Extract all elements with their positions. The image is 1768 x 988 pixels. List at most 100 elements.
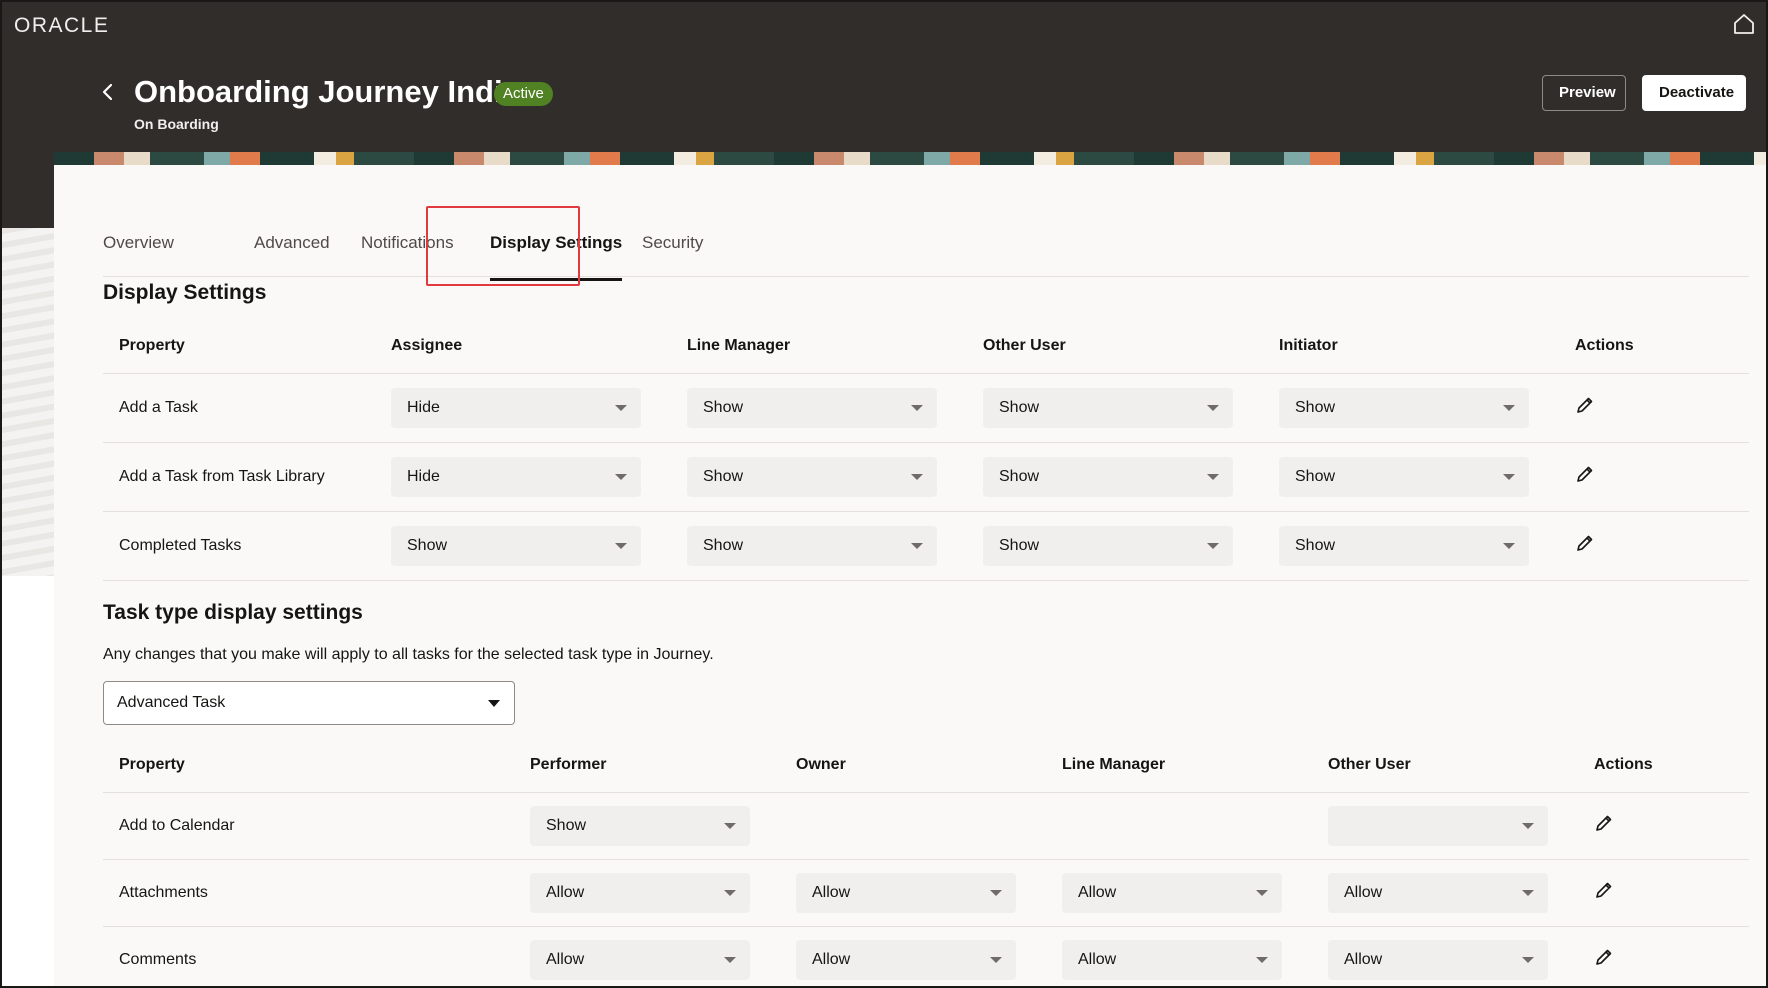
property-cell: Add a Task <box>103 373 375 443</box>
line-manager-cell: Allow <box>1046 859 1312 927</box>
initiator-cell: Show <box>1263 511 1559 581</box>
other-user-select[interactable]: Show <box>983 456 1233 497</box>
deactivate-button[interactable]: Deactivate <box>1642 75 1746 111</box>
other-user-select[interactable] <box>1328 805 1548 846</box>
line-manager-select[interactable]: Show <box>687 525 937 566</box>
select-value: Show <box>1295 536 1336 554</box>
actions-cell <box>1578 926 1749 988</box>
assignee-cell: Show <box>375 511 671 581</box>
chevron-down-icon <box>724 956 736 963</box>
edit-icon[interactable] <box>1575 395 1595 415</box>
chevron-down-icon <box>488 700 500 707</box>
chevron-down-icon <box>615 473 627 480</box>
edit-icon[interactable] <box>1594 880 1614 900</box>
actions-cell <box>1559 442 1749 512</box>
chevron-down-icon <box>724 822 736 829</box>
select-value: Allow <box>1078 950 1117 968</box>
assignee-select[interactable]: Hide <box>391 456 641 497</box>
assignee-select[interactable]: Show <box>391 525 641 566</box>
line-manager-cell: Allow <box>1046 926 1312 988</box>
performer-select[interactable]: Allow <box>530 939 750 980</box>
chevron-down-icon <box>990 956 1002 963</box>
column-header: Line Manager <box>1046 738 1312 793</box>
background-pattern <box>2 228 54 576</box>
other-user-select[interactable]: Allow <box>1328 939 1548 980</box>
table-row: Completed Tasks Show Show Show Show <box>103 511 1749 581</box>
home-icon[interactable] <box>1732 12 1756 36</box>
select-value: Show <box>703 536 744 554</box>
actions-cell <box>1559 373 1749 443</box>
table-header-row: Property Performer Owner Line Manager Ot… <box>103 738 1749 793</box>
task-type-select[interactable]: Advanced Task <box>103 681 515 725</box>
select-value: Show <box>999 398 1040 416</box>
tab-label: Notifications <box>361 233 454 252</box>
chevron-down-icon <box>911 404 923 411</box>
tab-label: Overview <box>103 233 174 252</box>
chevron-down-icon <box>615 404 627 411</box>
select-value: Allow <box>546 883 585 901</box>
line-manager-cell <box>1046 792 1312 860</box>
column-header: Other User <box>1312 738 1578 793</box>
chevron-down-icon <box>1207 404 1219 411</box>
tab-notifications[interactable]: Notifications <box>361 223 454 277</box>
initiator-select[interactable]: Show <box>1279 525 1529 566</box>
property-cell: Add to Calendar <box>103 792 514 860</box>
performer-select[interactable]: Show <box>530 805 750 846</box>
select-value: Show <box>999 536 1040 554</box>
performer-select[interactable]: Allow <box>530 872 750 913</box>
select-value: Allow <box>812 950 851 968</box>
select-value: Show <box>703 398 744 416</box>
tab-label: Advanced <box>254 233 330 252</box>
tab-security[interactable]: Security <box>642 223 703 277</box>
select-value: Show <box>1295 398 1336 416</box>
edit-icon[interactable] <box>1594 813 1614 833</box>
edit-icon[interactable] <box>1575 464 1595 484</box>
other-user-cell: Show <box>967 442 1263 512</box>
tab-display-settings[interactable]: Display Settings <box>490 223 623 281</box>
preview-button[interactable]: Preview <box>1542 75 1626 111</box>
other-user-cell <box>1312 792 1578 860</box>
chevron-down-icon <box>911 542 923 549</box>
tab-bar: Overview Advanced Notifications Display … <box>103 223 1749 281</box>
tab-overview[interactable]: Overview <box>103 223 174 277</box>
line-manager-select[interactable]: Allow <box>1062 872 1282 913</box>
owner-select[interactable]: Allow <box>796 872 1016 913</box>
edit-icon[interactable] <box>1575 533 1595 553</box>
select-value: Allow <box>1344 950 1383 968</box>
chevron-down-icon <box>1207 473 1219 480</box>
table-row: Comments Allow Allow Allow Allow <box>103 926 1749 988</box>
select-value: Allow <box>1078 883 1117 901</box>
tab-label: Display Settings <box>490 233 623 252</box>
initiator-select[interactable]: Show <box>1279 387 1529 428</box>
column-header: Actions <box>1578 738 1749 793</box>
task-type-title: Task type display settings <box>103 601 363 624</box>
display-settings-table: Property Assignee Line Manager Other Use… <box>103 319 1749 581</box>
assignee-select[interactable]: Hide <box>391 387 641 428</box>
other-user-cell: Allow <box>1312 859 1578 927</box>
oracle-logo[interactable]: ORACLE <box>14 14 109 38</box>
column-header: Performer <box>514 738 780 793</box>
owner-select[interactable]: Allow <box>796 939 1016 980</box>
column-header: Property <box>103 319 375 374</box>
select-value: Allow <box>812 883 851 901</box>
page-title: Onboarding Journey India <box>134 74 520 109</box>
tab-label: Security <box>642 233 704 252</box>
tab-advanced[interactable]: Advanced <box>254 223 330 277</box>
select-value: Hide <box>407 398 440 416</box>
line-manager-select[interactable]: Allow <box>1062 939 1282 980</box>
actions-cell <box>1559 511 1749 581</box>
column-header: Actions <box>1559 319 1749 374</box>
property-cell: Add a Task from Task Library <box>103 442 375 512</box>
line-manager-select[interactable]: Show <box>687 456 937 497</box>
back-icon[interactable] <box>98 80 118 104</box>
property-cell: Comments <box>103 926 514 988</box>
edit-icon[interactable] <box>1594 947 1614 967</box>
other-user-cell: Show <box>967 373 1263 443</box>
line-manager-select[interactable]: Show <box>687 387 937 428</box>
assignee-cell: Hide <box>375 373 671 443</box>
initiator-select[interactable]: Show <box>1279 456 1529 497</box>
other-user-select[interactable]: Show <box>983 525 1233 566</box>
other-user-select[interactable]: Allow <box>1328 872 1548 913</box>
other-user-select[interactable]: Show <box>983 387 1233 428</box>
chevron-down-icon <box>1503 542 1515 549</box>
